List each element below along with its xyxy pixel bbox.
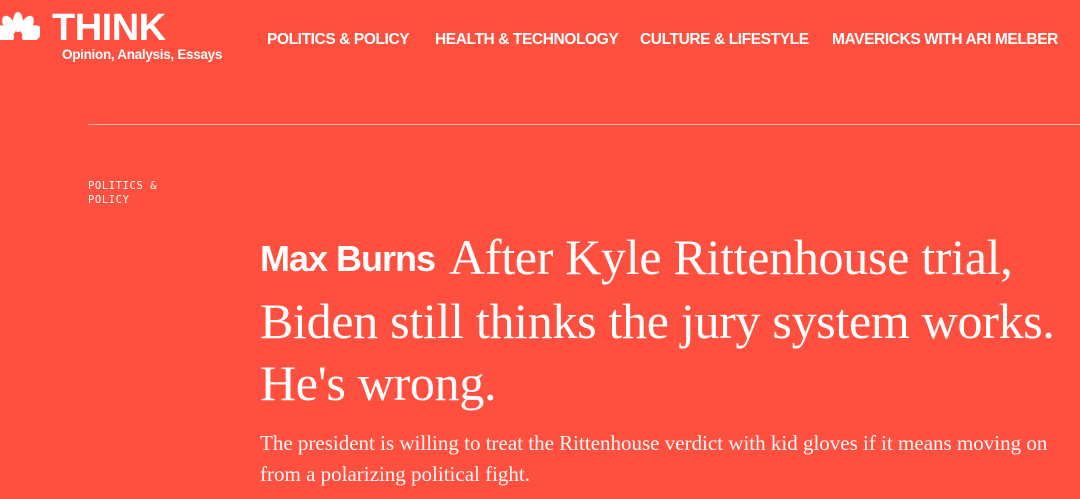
nav-politics-policy[interactable]: POLITICS & POLICY [267, 30, 410, 50]
think-logo-link[interactable]: THINK Opinion, Analysis, Essays [0, 6, 230, 68]
header-divider [88, 124, 1080, 125]
site-header: THINK Opinion, Analysis, Essays POLITICS… [0, 0, 1080, 90]
article-dek: The president is willing to treat the Ri… [260, 431, 1048, 486]
brand-name: THINK [52, 7, 166, 49]
nav-culture-lifestyle[interactable]: CULTURE & LIFESTYLE [640, 30, 809, 50]
brand-tagline: Opinion, Analysis, Essays [62, 47, 223, 62]
nbc-peacock-icon [0, 12, 40, 48]
article-headline: Max Burns After Kyle Rittenhouse trial, B… [260, 226, 1070, 414]
author-name[interactable]: Max Burns [260, 238, 436, 279]
nav-health-technology[interactable]: HEALTH & TECHNOLOGY [435, 30, 619, 50]
nav-mavericks-ari-melber[interactable]: MAVERICKS WITH ARI MELBER [832, 30, 1058, 50]
article-section-link[interactable]: POLITICS & POLICY [88, 179, 188, 207]
